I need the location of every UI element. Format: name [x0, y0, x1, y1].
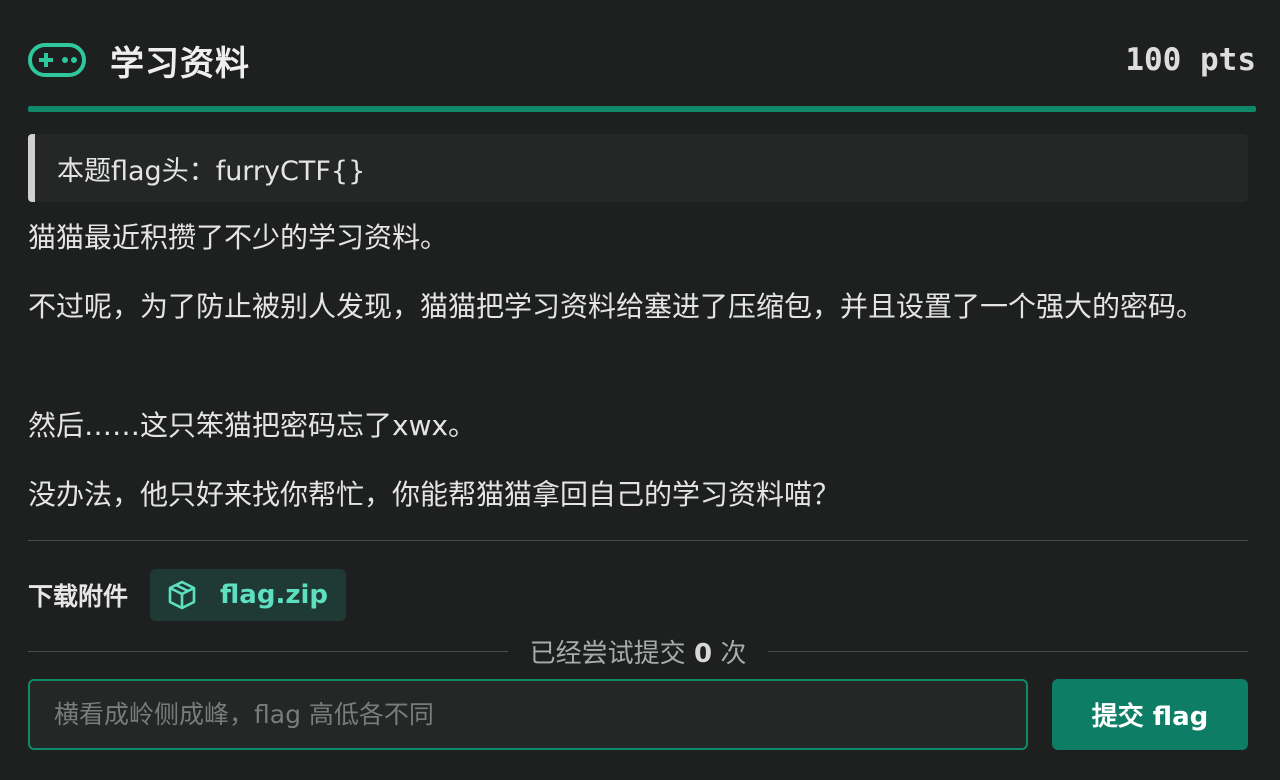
attachments-label: 下载附件: [28, 582, 129, 611]
gamepad-icon: [28, 43, 86, 77]
flag-format-text: 本题flag头：furryCTF{}: [57, 155, 366, 187]
challenge-points: 100 pts: [1125, 42, 1256, 78]
section-divider: [28, 540, 1248, 541]
attachment-filename: flag.zip: [220, 580, 328, 610]
attempts-text: 已经尝试提交 0 次: [508, 633, 769, 670]
attempts-prefix: 已经尝试提交: [529, 638, 686, 669]
description-paragraph-1: 猫猫最近积攒了不少的学习资料。: [28, 221, 449, 254]
flag-input[interactable]: [28, 679, 1028, 750]
attempts-count: 0: [693, 638, 713, 669]
description-paragraph-3: 然后……这只笨猫把密码忘了xwx。: [28, 409, 477, 442]
description-paragraph-4: 没办法，他只好来找你帮忙，你能帮猫猫拿回自己的学习资料喵？: [28, 478, 841, 511]
attachment-download-link[interactable]: flag.zip: [150, 569, 346, 621]
flag-format-note: 本题flag头：furryCTF{}: [28, 134, 1248, 202]
package-icon: [166, 579, 198, 611]
attempts-counter: 已经尝试提交 0 次: [28, 632, 1248, 670]
attachments-section: 下载附件 flag.zip: [28, 569, 346, 621]
challenge-title: 学习资料: [110, 43, 250, 84]
challenge-panel: 学习资料 100 pts 本题flag头：furryCTF{} 猫猫最近积攒了不…: [0, 0, 1280, 780]
submit-flag-button[interactable]: 提交 flag: [1052, 679, 1248, 750]
challenge-header: 学习资料 100 pts: [28, 30, 1256, 90]
attempts-divider-right: [768, 650, 1248, 652]
attempts-divider-left: [28, 650, 508, 652]
description-paragraph-2: 不过呢，为了防止被别人发现，猫猫把学习资料给塞进了压缩包，并且设置了一个强大的密…: [28, 290, 1205, 323]
header-divider: [28, 106, 1256, 112]
attempts-suffix: 次: [720, 638, 747, 669]
